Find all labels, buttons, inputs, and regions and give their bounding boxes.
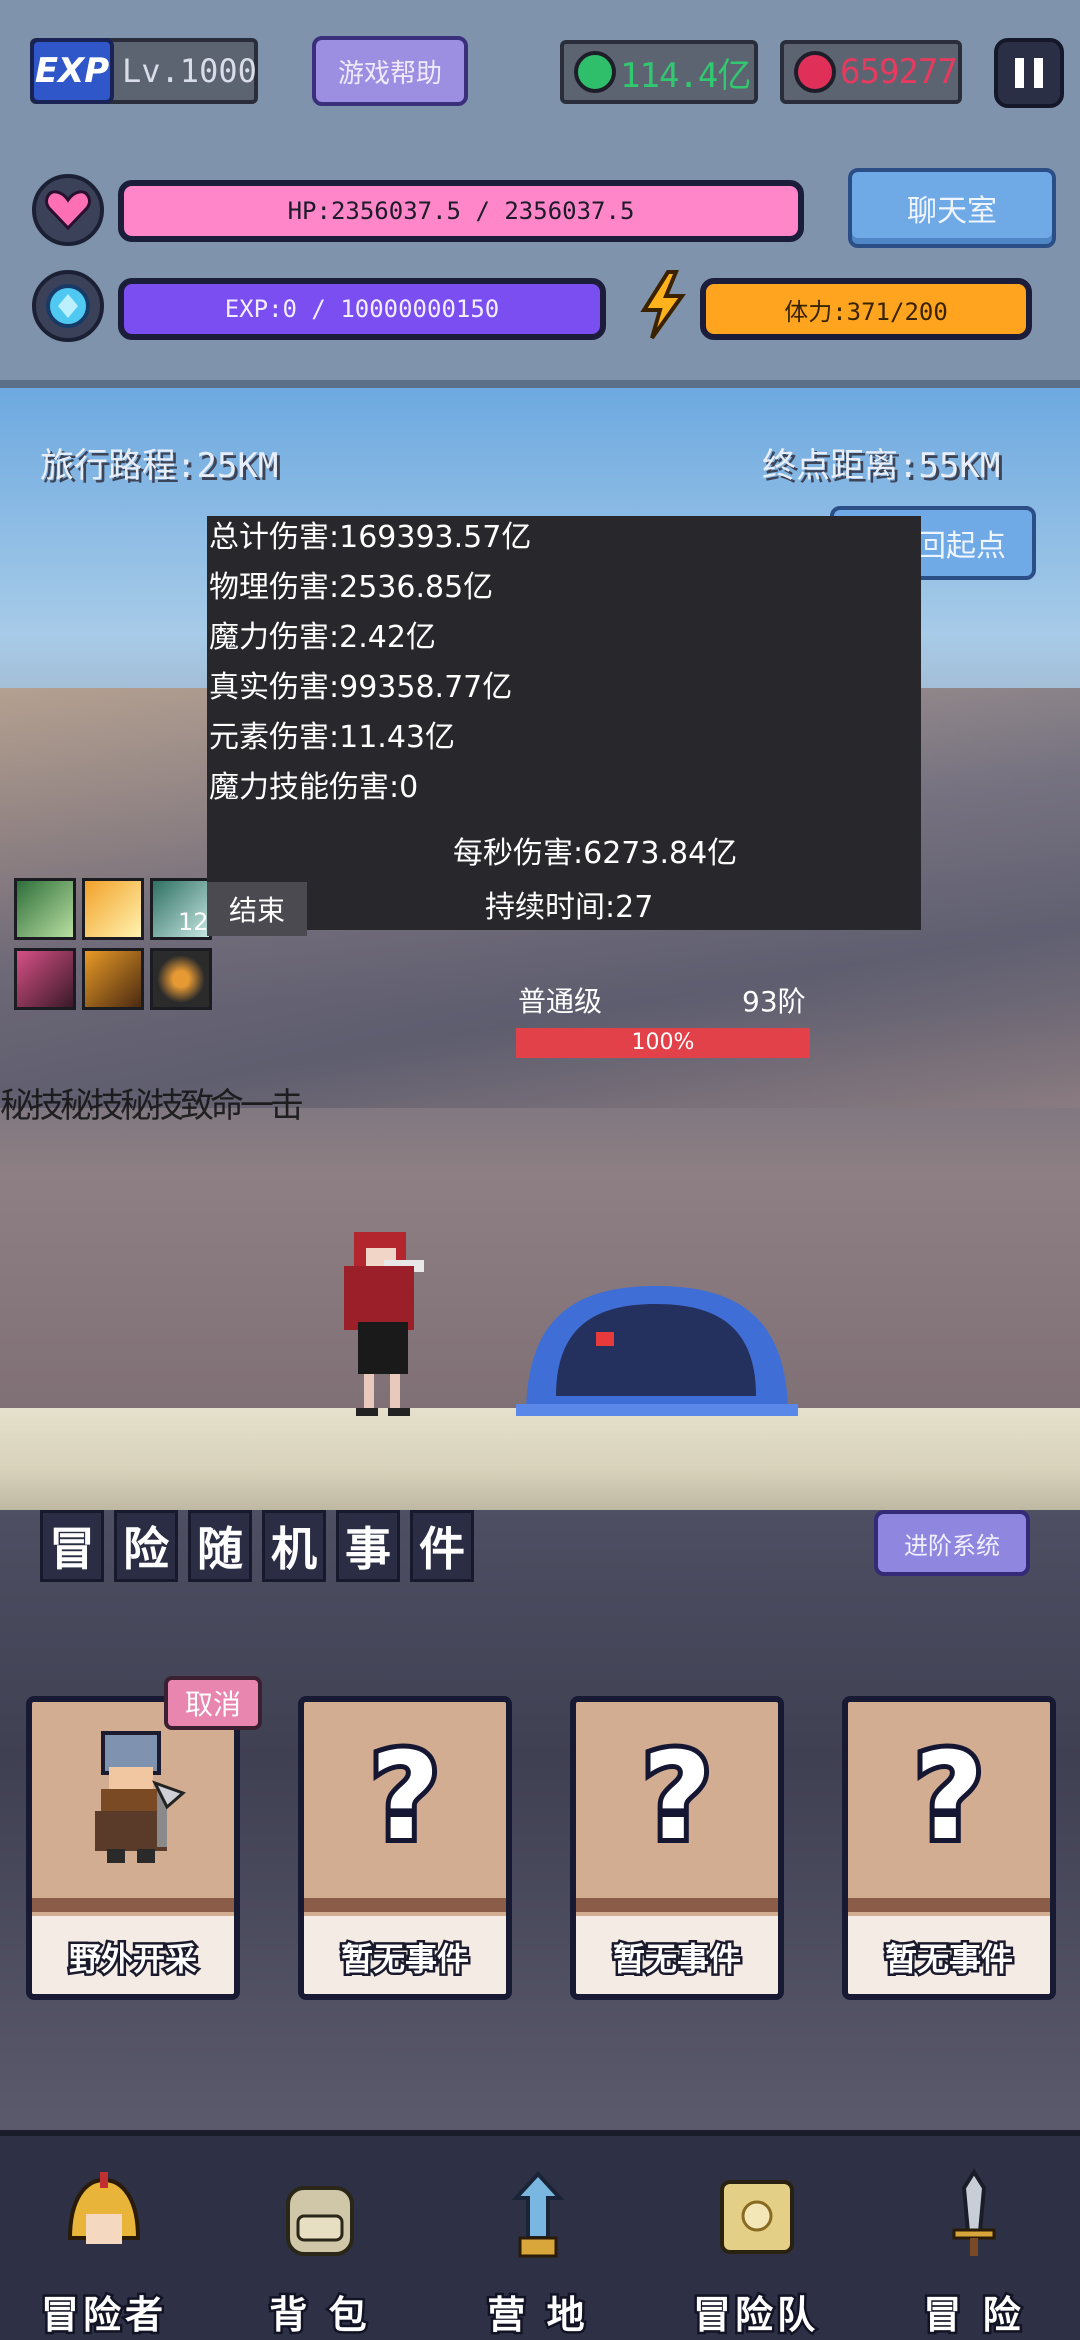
skill-flame-sword-icon[interactable] — [82, 948, 144, 1010]
nav-adventure-team[interactable]: 冒险队 — [656, 2166, 856, 2340]
miner-icon — [32, 1702, 234, 1892]
skill-kick-icon[interactable] — [14, 948, 76, 1010]
end-battle-button[interactable]: 结束 — [207, 882, 307, 936]
skill-stack-count: 12 — [178, 908, 209, 936]
slime-enemy[interactable] — [516, 1276, 798, 1416]
level-text: Lv.1000 — [122, 52, 257, 90]
ruby-counter: 659277 — [780, 40, 962, 104]
exp-logo: EXP — [30, 38, 114, 104]
floating-skill-text: 秘技秘技秘技致命一击 — [0, 1086, 304, 1126]
helmet-icon — [54, 2166, 154, 2266]
ruby-icon — [794, 51, 836, 93]
enemy-tier: 93阶 — [742, 985, 806, 1018]
advance-system-button[interactable]: 进阶系统 — [874, 1510, 1030, 1576]
skill-boot-icon[interactable] — [14, 878, 76, 940]
true-damage: 真实伤害:99358.77亿 — [209, 670, 513, 705]
battle-scene: 旅行路程:25KM 终点距离:55KM 回起点 12 总计伤害:169393.5… — [0, 388, 1080, 1510]
cancel-event-button[interactable]: 取消 — [164, 1676, 262, 1730]
question-icon: ? — [637, 1723, 717, 1872]
diamond-icon — [32, 270, 104, 342]
events-title: 冒 险 随 机 事 件 — [40, 1510, 474, 1590]
nav-backpack[interactable]: 背 包 — [220, 2166, 420, 2340]
event-label: 暂无事件 — [848, 1916, 1050, 1994]
element-damage: 元素伤害:11.43亿 — [209, 720, 455, 755]
sword-icon — [924, 2166, 1024, 2266]
event-label: 野外开采 — [32, 1916, 234, 1994]
end-distance: 终点距离:55KM — [762, 446, 1001, 486]
stamina-bar: 体力:371/200 — [700, 278, 1032, 340]
chat-room-button[interactable]: 聊天室 — [848, 168, 1056, 248]
travel-distance: 旅行路程:25KM — [40, 446, 279, 486]
damage-per-second: 每秒伤害:6273.84亿 — [453, 836, 738, 871]
total-damage: 总计伤害:169393.57亿 — [209, 520, 532, 555]
backpack-icon — [270, 2166, 370, 2266]
magic-damage: 魔力伤害:2.42亿 — [209, 620, 436, 655]
pause-button[interactable] — [994, 38, 1064, 108]
nav-camp[interactable]: 营 地 — [438, 2166, 638, 2340]
bottom-nav: 冒险者 背 包 营 地 冒险队 冒 险 — [0, 2130, 1080, 2340]
hp-text: HP:2356037.5 / 2356037.5 — [287, 197, 635, 225]
emerald-value: 114.4亿 — [620, 55, 751, 96]
stamina-text: 体力:371/200 — [784, 297, 948, 326]
skill-spear-icon[interactable] — [82, 878, 144, 940]
skill-rune-icon[interactable] — [150, 948, 212, 1010]
lightning-icon — [638, 270, 688, 340]
damage-stats-panel: 总计伤害:169393.57亿 物理伤害:2536.85亿 魔力伤害:2.42亿… — [207, 516, 921, 930]
heart-icon — [32, 174, 104, 246]
question-icon: ? — [909, 1723, 989, 1872]
event-card-2[interactable]: ? 暂无事件 — [298, 1696, 512, 2000]
event-card-4[interactable]: ? 暂无事件 — [842, 1696, 1056, 2000]
event-card-1[interactable]: 野外开采 — [26, 1696, 240, 2000]
top-hud: EXP Lv.1000 游戏帮助 114.4亿 659277 HP:235603… — [0, 0, 1080, 388]
hero-sprite[interactable] — [318, 1226, 448, 1416]
ruby-value: 659277 — [840, 52, 958, 92]
camp-icon — [488, 2166, 588, 2266]
emerald-icon — [574, 51, 616, 93]
enemy-grade: 普通级 — [518, 985, 603, 1018]
snow-ground — [0, 1408, 1080, 1510]
game-help-button[interactable]: 游戏帮助 — [312, 36, 468, 106]
magic-skill-damage: 魔力技能伤害:0 — [209, 770, 419, 805]
book-icon — [706, 2166, 806, 2266]
exp-bar: EXP:0 / 10000000150 — [118, 278, 606, 340]
enemy-hp-bar: 100% — [516, 1028, 810, 1058]
event-label: 暂无事件 — [304, 1916, 506, 1994]
event-card-3[interactable]: ? 暂无事件 — [570, 1696, 784, 2000]
physical-damage: 物理伤害:2536.85亿 — [209, 570, 494, 605]
nav-adventure[interactable]: 冒 险 — [874, 2166, 1074, 2340]
hp-bar: HP:2356037.5 / 2356037.5 — [118, 180, 804, 242]
battle-duration: 持续时间:27 — [485, 890, 654, 925]
question-icon: ? — [365, 1723, 445, 1872]
exp-text: EXP:0 / 10000000150 — [224, 295, 500, 323]
emerald-counter: 114.4亿 — [560, 40, 758, 104]
event-label: 暂无事件 — [576, 1916, 778, 1994]
nav-adventurer[interactable]: 冒险者 — [4, 2166, 204, 2340]
random-events-panel: 冒 险 随 机 事 件 进阶系统 野外开采 ? 暂无事件 ? 暂无事件 ? 暂无… — [0, 1510, 1080, 2130]
level-badge: EXP Lv.1000 — [30, 38, 258, 104]
pause-icon — [1015, 58, 1024, 88]
enemy-hp-label: 100% — [631, 1030, 695, 1055]
